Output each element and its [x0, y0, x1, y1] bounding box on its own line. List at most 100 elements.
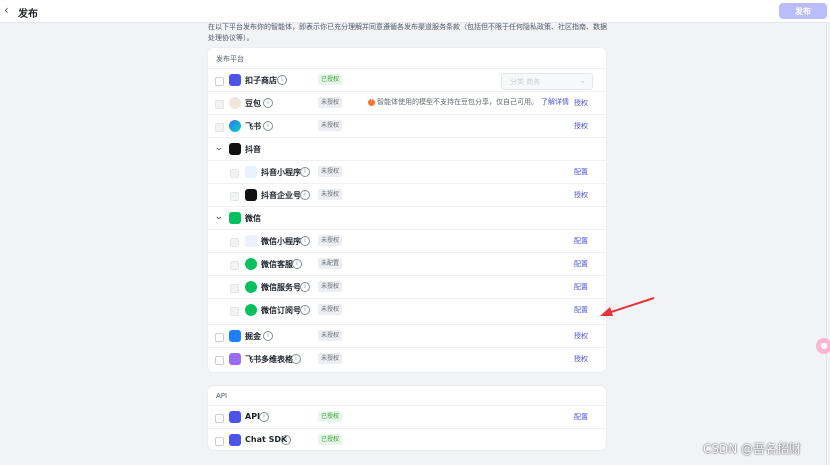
platform-name: 飞书多维表格: [245, 355, 293, 364]
info-icon[interactable]: i: [292, 259, 302, 269]
section-title: 发布平台: [216, 55, 244, 63]
configure-button[interactable]: 配置: [574, 236, 588, 246]
chevron-left-icon[interactable]: ‹: [4, 3, 9, 17]
platform-checkbox[interactable]: [215, 123, 224, 132]
platform-name: 微信订阅号: [261, 306, 301, 315]
platform-checkbox[interactable]: [230, 284, 239, 293]
arrow-head: [600, 307, 613, 316]
top-bar: ‹ 发布 发布: [0, 0, 830, 23]
platform-checkbox[interactable]: [230, 307, 239, 316]
platform-checkbox[interactable]: [230, 192, 239, 201]
platform-checkbox[interactable]: [215, 333, 224, 342]
platform-group-wechat[interactable]: ⌄ 微信: [208, 206, 606, 230]
status-badge: 已授权: [318, 74, 343, 85]
status-badge: 未授权: [318, 281, 343, 292]
annotation-arrow: [600, 297, 655, 316]
info-icon[interactable]: i: [281, 435, 291, 445]
platform-checkbox[interactable]: [215, 356, 224, 365]
platform-name: 抖音小程序: [261, 168, 301, 177]
platform-name: 扣子商店: [245, 76, 277, 85]
platform-name: 微信小程序: [261, 237, 301, 246]
floating-assistant-button[interactable]: ●: [816, 338, 830, 354]
api-icon: [229, 411, 241, 423]
status-badge: 未授权: [318, 97, 343, 108]
platform-checkbox[interactable]: [230, 238, 239, 247]
status-badge: 未授权: [318, 166, 343, 177]
status-badge: 已授权: [318, 434, 343, 445]
info-icon[interactable]: i: [291, 354, 301, 364]
platform-row-feishu-bitable: 飞书多维表格 i 未授权 授权: [208, 347, 606, 371]
wechat-icon: [229, 212, 241, 224]
wechat-service-icon: [245, 258, 257, 270]
platform-group-douyin[interactable]: ⌄ 抖音: [208, 137, 606, 161]
platform-name: 微信客服: [261, 260, 293, 269]
configure-button[interactable]: 配置: [574, 305, 588, 315]
douyin-icon: [245, 189, 257, 201]
authorize-button[interactable]: 授权: [574, 121, 588, 131]
configure-button[interactable]: 配置: [574, 167, 588, 177]
category-select[interactable]: 分类 商务 ⌄: [501, 73, 593, 90]
platform-checkbox[interactable]: [215, 437, 224, 446]
feishu-icon: [229, 120, 241, 132]
scrollbar-track[interactable]: [826, 22, 827, 465]
douyin-icon: [229, 143, 241, 155]
info-icon[interactable]: i: [300, 236, 310, 246]
page-title: 发布: [18, 9, 38, 20]
authorize-button[interactable]: 授权: [574, 331, 588, 341]
group-name: 微信: [245, 214, 261, 223]
platform-checkbox[interactable]: [230, 169, 239, 178]
section-title: API: [216, 392, 228, 400]
wechat-service-account-icon: [245, 281, 257, 293]
status-badge: 未授权: [318, 120, 343, 131]
authorize-button[interactable]: 授权: [574, 354, 588, 364]
chat-sdk-icon: [229, 434, 241, 446]
info-icon[interactable]: i: [263, 121, 273, 131]
platform-row-douyin-miniapp: 抖音小程序 i 未授权 配置: [208, 160, 606, 184]
watermark: CSDN @吾名招财: [703, 442, 802, 456]
authorize-button[interactable]: 授权: [574, 98, 588, 108]
api-card: API API i 已授权 配置 Chat SDK i 已授权: [208, 386, 606, 450]
info-icon[interactable]: i: [300, 305, 310, 315]
publish-intro-text: 在以下平台发布你的智能体，即表示你已充分理解并同意遵循各发布渠道服务条款（包括但…: [208, 23, 607, 42]
publish-button[interactable]: 发布: [779, 3, 827, 19]
configure-button[interactable]: 配置: [574, 412, 588, 422]
chevron-down-icon[interactable]: ⌄: [214, 212, 224, 222]
platform-name: 豆包: [245, 99, 261, 108]
platform-checkbox[interactable]: [230, 261, 239, 270]
status-badge: 未配置: [318, 258, 343, 269]
platform-row-feishu: 飞书 i 未授权 授权: [208, 114, 606, 138]
info-icon[interactable]: i: [300, 190, 310, 200]
info-icon[interactable]: i: [263, 98, 273, 108]
warning-icon: !: [368, 98, 375, 106]
platforms-card: 发布平台 扣子商店 i 已授权 分类 商务 ⌄ 豆包 i 未授权 ! 智能体使用的…: [208, 48, 606, 372]
platform-row-wechat-miniapp: 微信小程序 i 未授权 配置: [208, 229, 606, 253]
info-icon[interactable]: i: [300, 282, 310, 292]
learn-more-link[interactable]: 了解详情: [541, 98, 569, 106]
configure-button[interactable]: 配置: [574, 259, 588, 269]
arrow-shaft: [607, 297, 655, 314]
info-icon[interactable]: i: [263, 331, 273, 341]
chevron-down-icon[interactable]: ⌄: [214, 143, 224, 153]
info-icon[interactable]: i: [277, 75, 287, 85]
status-badge: 已授权: [318, 411, 343, 422]
platform-row-wechat-subscription: 微信订阅号 i 未授权 配置: [208, 298, 606, 322]
platform-row-wechat-service: 微信客服 i 未配置 配置: [208, 252, 606, 276]
model-warning: ! 智能体使用的模型不支持在豆包分享，仅自己可用。 了解详情: [368, 97, 569, 107]
platform-row-doubao: 豆包 i 未授权 ! 智能体使用的模型不支持在豆包分享，仅自己可用。 了解详情 授权: [208, 91, 606, 115]
info-icon[interactable]: i: [300, 167, 310, 177]
platform-checkbox[interactable]: [215, 77, 224, 86]
platform-checkbox[interactable]: [215, 100, 224, 109]
status-badge: 未授权: [318, 304, 343, 315]
feishu-bitable-icon: [229, 353, 241, 365]
platform-name: 掘金: [245, 332, 261, 341]
platform-checkbox[interactable]: [215, 414, 224, 423]
chevron-down-icon: ⌄: [579, 76, 586, 85]
configure-button[interactable]: 配置: [574, 282, 588, 292]
platform-name: 微信服务号: [261, 283, 301, 292]
platform-name: API: [245, 412, 261, 421]
authorize-button[interactable]: 授权: [574, 190, 588, 200]
platform-row-chat-sdk: Chat SDK i 已授权: [208, 428, 606, 452]
coze-store-icon: [229, 74, 241, 86]
info-icon[interactable]: i: [259, 412, 269, 422]
wechat-subscription-icon: [245, 304, 257, 316]
